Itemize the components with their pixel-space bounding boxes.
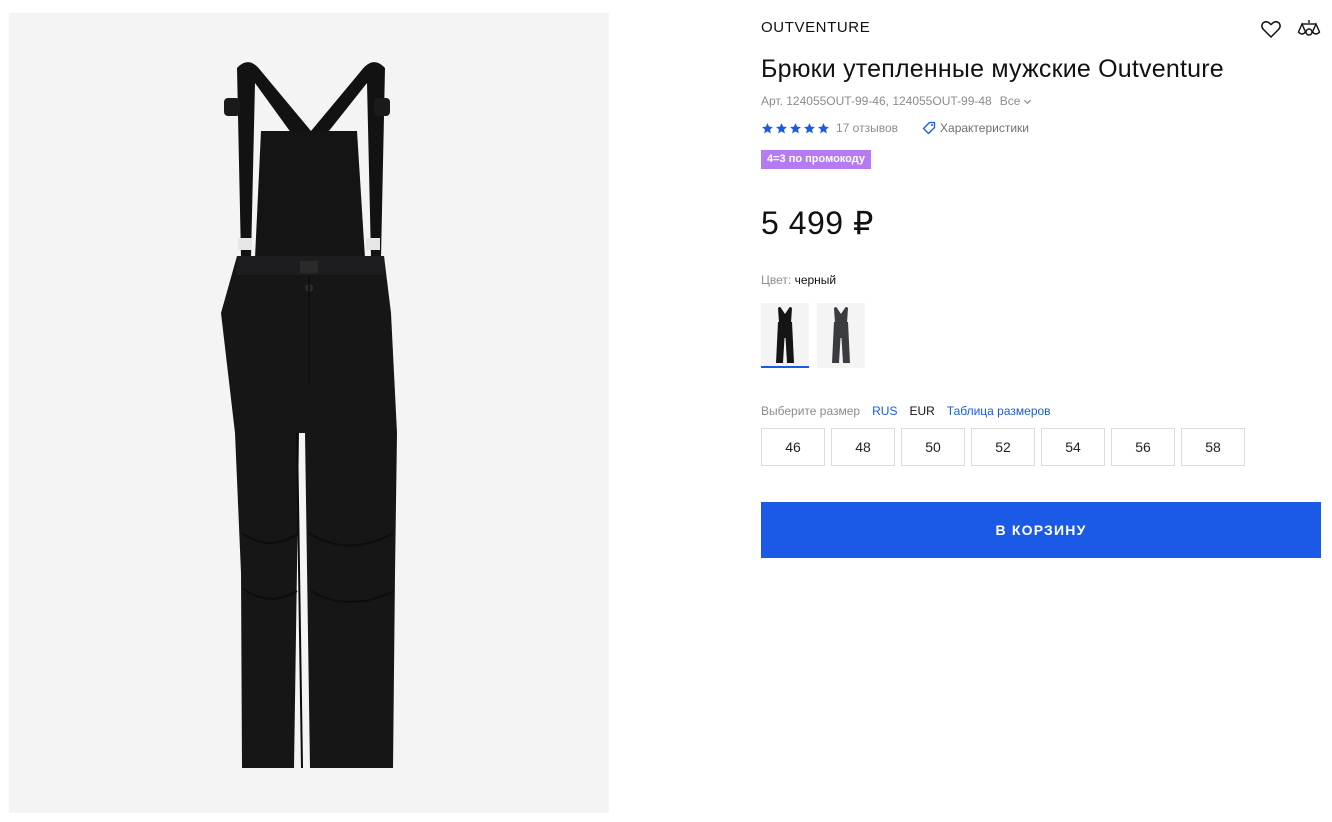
swatch-image (832, 307, 850, 363)
sku-all-label: Все (999, 94, 1021, 108)
heart-icon[interactable] (1259, 17, 1283, 41)
product-title: Брюки утепленные мужские Outventure (761, 55, 1224, 83)
size-table-link[interactable]: Таблица размеров (947, 404, 1051, 418)
product-actions (1259, 17, 1321, 41)
sku-all-toggle[interactable]: Все (1000, 94, 1033, 108)
star-icon (776, 122, 787, 133)
star-icon (818, 122, 829, 133)
promo-badge: 4=3 по промокоду (761, 150, 871, 169)
size-option-56[interactable]: 56 (1111, 428, 1175, 466)
size-option-50[interactable]: 50 (901, 428, 965, 466)
tag-icon (922, 121, 936, 135)
size-system-eur[interactable]: EUR (909, 404, 934, 418)
size-options: 46 48 50 52 54 56 58 (761, 428, 1245, 466)
product-image (221, 62, 397, 769)
rating-stars[interactable] (761, 122, 830, 135)
color-label: Цвет: (761, 273, 792, 287)
add-to-cart-button[interactable]: В КОРЗИНУ (761, 502, 1321, 558)
reviews-link[interactable]: 17 отзывов (836, 121, 898, 135)
specs-label: Характеристики (940, 121, 1029, 135)
swatch-image (776, 307, 794, 363)
star-icon (804, 122, 815, 133)
sku-row: Арт. 124055OUT-99-46, 124055OUT-99-48 Вс… (761, 94, 1032, 108)
compare-scales-icon[interactable] (1297, 17, 1321, 41)
size-option-48[interactable]: 48 (831, 428, 895, 466)
brand-name[interactable]: OUTVENTURE (761, 19, 870, 36)
color-swatches (761, 303, 865, 368)
chevron-down-icon (1024, 99, 1032, 104)
size-label: Выберите размер (761, 404, 861, 418)
color-value: черный (794, 273, 837, 287)
size-option-46[interactable]: 46 (761, 428, 825, 466)
size-option-58[interactable]: 58 (1181, 428, 1245, 466)
star-icon (790, 122, 801, 133)
color-swatch-1[interactable] (817, 303, 865, 368)
size-header: Выберите размер RUS EUR Таблица размеров (761, 404, 1051, 418)
rating-row: 17 отзывов Характеристики (761, 121, 1029, 135)
color-row: Цвет: черный (761, 273, 836, 287)
star-icon (762, 122, 773, 133)
specs-link[interactable]: Характеристики (922, 121, 1029, 135)
sku-text: Арт. 124055OUT-99-46, 124055OUT-99-48 (761, 94, 992, 108)
size-option-54[interactable]: 54 (1041, 428, 1105, 466)
size-system-rus[interactable]: RUS (872, 404, 897, 418)
product-gallery[interactable] (9, 13, 609, 813)
size-option-52[interactable]: 52 (971, 428, 1035, 466)
product-price: 5 499 ₽ (761, 205, 874, 241)
color-swatch-0[interactable] (761, 303, 809, 368)
